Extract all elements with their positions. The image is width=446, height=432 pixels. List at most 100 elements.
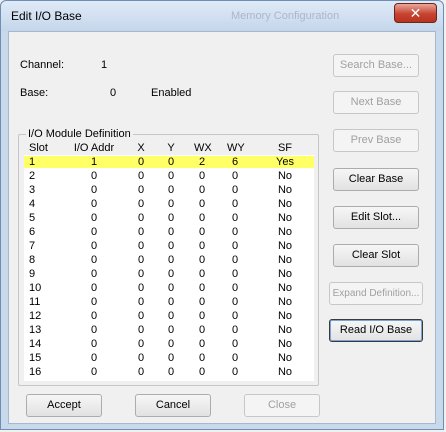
edit-io-base-dialog: Edit I/O Base Memory Configuration ✕ Cha…	[0, 0, 444, 430]
cell-x: 0	[137, 268, 145, 280]
cell-wy: 0	[231, 282, 239, 294]
table-row[interactable]: 15 0 0 0 0 0 No	[24, 352, 314, 364]
cell-wx: 0	[198, 170, 206, 182]
cell-io-addr: 0	[90, 226, 98, 238]
cell-wx: 0	[198, 366, 206, 378]
table-row[interactable]: 14 0 0 0 0 0 No	[24, 338, 314, 350]
table-row[interactable]: 6 0 0 0 0 0 No	[24, 226, 314, 238]
cell-wx: 0	[198, 184, 206, 196]
cell-wx: 0	[198, 240, 206, 252]
cell-x: 0	[137, 198, 145, 210]
next-base-button[interactable]: Next Base	[333, 91, 419, 114]
accept-button[interactable]: Accept	[26, 394, 102, 417]
cell-x: 0	[137, 310, 145, 322]
cell-slot: 10	[29, 282, 42, 294]
header-wx: WX	[194, 142, 212, 154]
cell-sf: No	[277, 198, 293, 210]
cell-x: 0	[137, 226, 145, 238]
header-x: X	[137, 142, 145, 154]
cell-slot: 6	[29, 226, 36, 238]
table-row[interactable]: 3 0 0 0 0 0 No	[24, 184, 314, 196]
cell-sf: No	[277, 268, 293, 280]
slot-list[interactable]: 1 1 0 0 2 6 Yes 2 0 0 0 0 0 No 3 0 0 0 0 0 No 4 0 0 0 0 0 No 5 0 0 0 0 0 N…	[24, 155, 314, 381]
cell-wy: 0	[231, 184, 239, 196]
table-row[interactable]: 8 0 0 0 0 0 No	[24, 254, 314, 266]
table-row[interactable]: 11 0 0 0 0 0 No	[24, 296, 314, 308]
cancel-button[interactable]: Cancel	[135, 394, 211, 417]
cell-y: 0	[167, 268, 175, 280]
cell-sf: No	[277, 338, 293, 350]
cell-x: 0	[137, 156, 145, 168]
table-row[interactable]: 13 0 0 0 0 0 No	[24, 324, 314, 336]
read-io-base-button[interactable]: Read I/O Base	[329, 319, 423, 342]
cell-io-addr: 0	[90, 212, 98, 224]
cell-slot: 14	[29, 338, 42, 350]
table-row[interactable]: 16 0 0 0 0 0 No	[24, 366, 314, 378]
cell-slot: 2	[29, 170, 36, 182]
cell-wx: 0	[198, 352, 206, 364]
cell-slot: 12	[29, 310, 42, 322]
cell-io-addr: 0	[90, 198, 98, 210]
table-row[interactable]: 9 0 0 0 0 0 No	[24, 268, 314, 280]
cell-wx: 0	[198, 254, 206, 266]
table-row[interactable]: 5 0 0 0 0 0 No	[24, 212, 314, 224]
cell-wy: 0	[231, 198, 239, 210]
cell-y: 0	[167, 226, 175, 238]
cell-slot: 11	[29, 296, 41, 308]
cell-slot: 8	[29, 254, 36, 266]
search-base-button[interactable]: Search Base...	[333, 54, 419, 77]
cell-sf: No	[277, 212, 293, 224]
cell-wx: 0	[198, 338, 206, 350]
cell-io-addr: 0	[90, 338, 98, 350]
prev-base-button[interactable]: Prev Base	[333, 129, 419, 152]
table-row[interactable]: 12 0 0 0 0 0 No	[24, 310, 314, 322]
header-sf: SF	[277, 142, 293, 154]
cell-y: 0	[167, 184, 175, 196]
cell-wy: 0	[231, 170, 239, 182]
table-row[interactable]: 4 0 0 0 0 0 No	[24, 198, 314, 210]
cell-wx: 0	[198, 212, 206, 224]
cell-y: 0	[167, 296, 175, 308]
cell-x: 0	[137, 338, 145, 350]
cell-y: 0	[167, 198, 175, 210]
table-row[interactable]: 10 0 0 0 0 0 No	[24, 282, 314, 294]
base-label: Base:	[20, 87, 49, 99]
cell-y: 0	[167, 324, 175, 336]
cell-sf: No	[277, 324, 293, 336]
cell-slot: 15	[29, 352, 42, 364]
cell-sf: Yes	[276, 156, 294, 168]
close-button[interactable]: Close	[244, 394, 320, 417]
cell-x: 0	[137, 184, 145, 196]
cell-io-addr: 0	[90, 310, 98, 322]
table-row[interactable]: 7 0 0 0 0 0 No	[24, 240, 314, 252]
cell-wx: 0	[198, 324, 206, 336]
cell-wy: 0	[231, 240, 239, 252]
edit-slot-button[interactable]: Edit Slot...	[333, 206, 419, 229]
cell-wx: 0	[198, 268, 206, 280]
cell-y: 0	[167, 338, 175, 350]
cell-slot: 9	[29, 268, 36, 280]
cell-x: 0	[137, 324, 145, 336]
clear-slot-button[interactable]: Clear Slot	[333, 244, 419, 267]
cell-sf: No	[277, 310, 293, 322]
table-row[interactable]: 1 1 0 0 2 6 Yes	[24, 156, 314, 168]
cell-y: 0	[167, 212, 175, 224]
cell-wx: 0	[198, 198, 206, 210]
clear-base-button[interactable]: Clear Base	[333, 168, 419, 191]
cell-io-addr: 0	[90, 254, 98, 266]
cell-io-addr: 0	[90, 296, 98, 308]
cell-io-addr: 0	[90, 324, 98, 336]
cell-x: 0	[137, 254, 145, 266]
cell-sf: No	[277, 184, 293, 196]
table-row[interactable]: 2 0 0 0 0 0 No	[24, 170, 314, 182]
cell-wy: 0	[231, 268, 239, 280]
channel-value: 1	[101, 59, 108, 71]
cell-sf: No	[277, 282, 293, 294]
expand-definition-button[interactable]: Expand Definition...	[329, 282, 423, 305]
cell-x: 0	[137, 240, 145, 252]
title-bar[interactable]: Edit I/O Base Memory Configuration ✕	[1, 1, 443, 31]
cell-x: 0	[137, 282, 145, 294]
cell-x: 0	[137, 366, 145, 378]
close-icon[interactable]: ✕	[394, 3, 437, 23]
cell-sf: No	[277, 170, 293, 182]
